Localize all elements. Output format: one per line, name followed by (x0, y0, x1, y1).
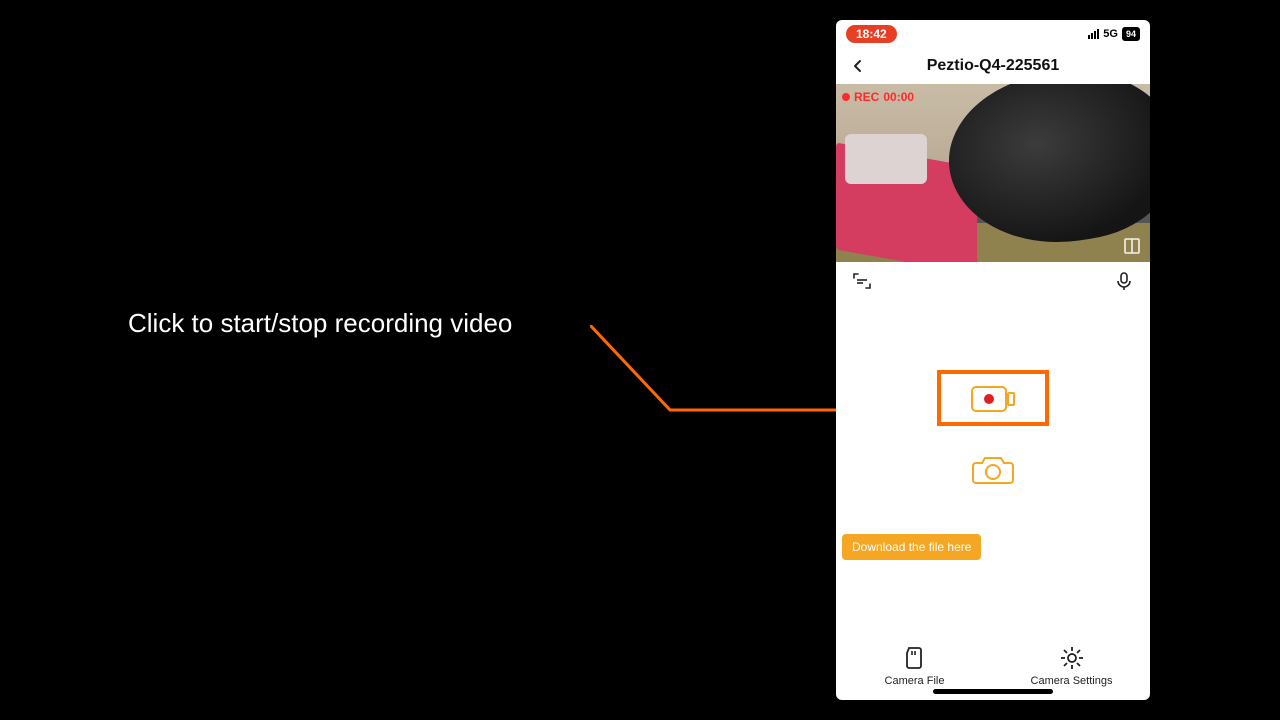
tab-camera-settings-label: Camera Settings (1031, 675, 1113, 687)
network-label: 5G (1103, 28, 1118, 40)
chevron-left-icon (851, 59, 865, 73)
recording-timer: 00:00 (883, 90, 914, 104)
tool-row (836, 262, 1150, 300)
fullscreen-icon (1122, 236, 1142, 256)
page-title: Peztio-Q4-225561 (927, 57, 1060, 75)
download-tooltip: Download the file here (842, 534, 981, 560)
annotation-leader-line (590, 325, 870, 420)
sd-card-icon (902, 645, 928, 671)
back-button[interactable] (846, 54, 870, 78)
recording-label: REC (854, 90, 879, 104)
center-action-area: Download the file here (836, 300, 1150, 630)
recording-indicator: REC 00:00 (842, 90, 914, 104)
preview-scene (836, 84, 1150, 262)
record-video-button[interactable] (965, 380, 1021, 418)
video-record-icon (970, 383, 1016, 415)
tab-camera-file-label: Camera File (885, 675, 945, 687)
resolution-button[interactable] (848, 267, 876, 295)
status-right-cluster: 5G 94 (1088, 27, 1140, 41)
gear-icon (1059, 645, 1085, 671)
microphone-button[interactable] (1110, 267, 1138, 295)
status-time-pill: 18:42 (846, 25, 897, 43)
annotation-label: Click to start/stop recording video (128, 308, 512, 339)
stage: Click to start/stop recording video 18:4… (0, 0, 1280, 720)
status-bar: 18:42 5G 94 (836, 20, 1150, 48)
take-photo-button[interactable] (965, 450, 1021, 488)
recording-dot-icon (842, 93, 850, 101)
home-indicator[interactable] (933, 689, 1053, 694)
signal-bars-icon (1088, 29, 1099, 39)
camera-icon (970, 451, 1016, 487)
microphone-icon (1114, 271, 1134, 291)
fullscreen-button[interactable] (1122, 236, 1142, 256)
camera-live-preview[interactable]: REC 00:00 (836, 84, 1150, 262)
battery-icon: 94 (1122, 27, 1140, 41)
phone-frame: 18:42 5G 94 Peztio-Q4-225561 (836, 20, 1150, 700)
nav-header: Peztio-Q4-225561 (836, 48, 1150, 84)
resolution-icon (851, 270, 873, 292)
